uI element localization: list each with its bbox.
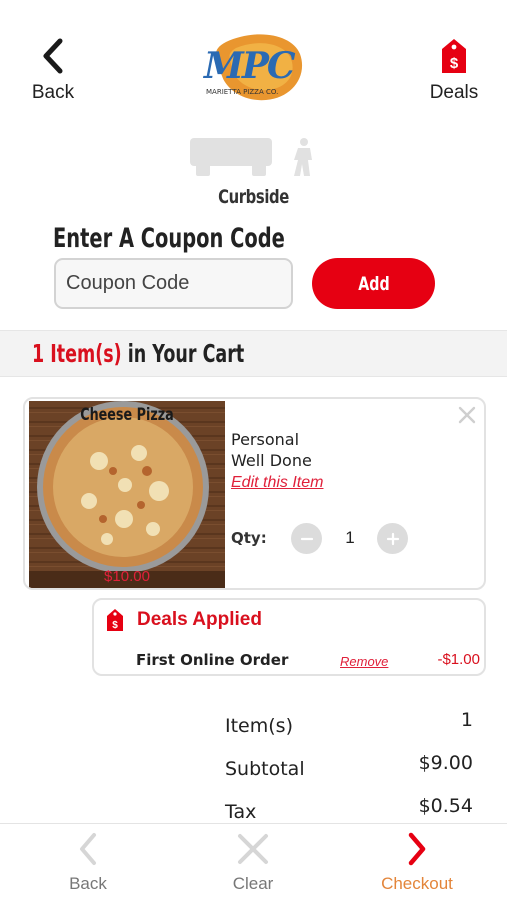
summary-value: $0.54	[418, 795, 473, 817]
nav-back-button[interactable]: Back	[33, 832, 143, 894]
nav-checkout-label: Checkout	[381, 874, 453, 893]
deals-applied-card: $ Deals Applied First Online Order Remov…	[92, 598, 486, 676]
nav-checkout-button[interactable]: Checkout	[362, 832, 472, 894]
bottom-nav: Back Clear Checkout	[0, 823, 507, 900]
nav-clear-button[interactable]: Clear	[198, 832, 308, 894]
cart-count-heading: 1 Item(s) in Your Cart	[32, 339, 244, 368]
cart-count-number: 1 Item(s)	[32, 339, 122, 368]
order-type-label: Curbside	[218, 186, 289, 208]
item-option-bake: Well Done	[231, 451, 312, 470]
back-label: Back	[31, 82, 75, 103]
add-coupon-button[interactable]: Add	[312, 258, 435, 309]
deal-name: First Online Order	[136, 651, 289, 669]
header-back-button[interactable]: Back	[22, 38, 84, 104]
qty-decrease-button[interactable]	[291, 523, 322, 554]
price-tag-icon: $	[442, 39, 466, 73]
cart-count-band: 1 Item(s) in Your Cart	[0, 330, 507, 377]
item-price: $10.00	[104, 568, 150, 585]
qty-increase-button[interactable]	[377, 523, 408, 554]
nav-clear-label: Clear	[232, 874, 274, 893]
qty-label: Qty:	[231, 529, 267, 547]
deal-amount: -$1.00	[437, 651, 480, 668]
curbside-icon	[186, 138, 326, 178]
coupon-code-input[interactable]	[54, 258, 293, 309]
deals-applied-title: Deals Applied	[137, 609, 262, 630]
qty-value: 1	[345, 528, 355, 547]
header-deals-button[interactable]: $ Deals	[420, 38, 488, 104]
coupon-title: Enter A Coupon Code	[53, 223, 285, 254]
chevron-left-icon	[43, 38, 63, 74]
close-icon	[238, 834, 268, 864]
item-options: Personal Well Done	[231, 429, 312, 471]
chevron-right-icon	[408, 832, 426, 866]
summary-value: $9.00	[418, 752, 473, 774]
close-icon[interactable]	[457, 405, 477, 425]
summary-label: Item(s)	[225, 715, 293, 737]
svg-text:$: $	[112, 620, 118, 631]
summary-label: Subtotal	[225, 758, 305, 780]
item-photo[interactable]: Cheese Pizza $10.00	[29, 401, 225, 588]
cart-item-card: Cheese Pizza $10.00 Personal Well Done E…	[23, 397, 486, 590]
summary-value: 1	[460, 709, 473, 731]
deals-label: Deals	[429, 82, 479, 103]
app-header: Back MPC MARIETTA PIZZA CO. $ Deals	[0, 0, 507, 135]
plus-icon	[386, 532, 399, 545]
svg-text:MARIETTA PIZZA CO.: MARIETTA PIZZA CO.	[206, 88, 278, 96]
svg-text:MPC: MPC	[202, 45, 296, 87]
price-tag-icon: $	[107, 609, 123, 631]
cart-count-suffix: in Your Cart	[121, 339, 245, 368]
brand-logo: MPC MARIETTA PIZZA CO.	[196, 28, 312, 104]
edit-item-link[interactable]: Edit this Item	[231, 474, 323, 492]
item-option-size: Personal	[231, 430, 300, 449]
svg-text:$: $	[450, 55, 459, 72]
item-name: Cheese Pizza	[80, 405, 174, 425]
nav-back-label: Back	[69, 874, 107, 893]
summary-label: Tax	[225, 801, 257, 823]
chevron-left-icon	[80, 833, 96, 865]
remove-deal-link[interactable]: Remove	[340, 654, 388, 669]
add-coupon-label: Add	[357, 272, 390, 295]
minus-icon	[300, 537, 313, 540]
